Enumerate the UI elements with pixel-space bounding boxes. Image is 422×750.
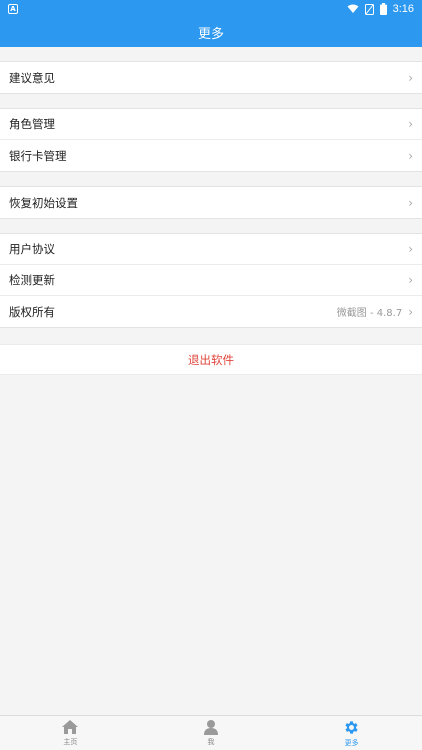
- signal-off-icon: [364, 3, 374, 15]
- tab-label: 更多: [344, 738, 359, 747]
- app-header: 更多: [0, 18, 422, 47]
- group-feedback: 建议意见 ›: [0, 61, 422, 94]
- status-left: A: [8, 4, 18, 14]
- group-about: 用户协议 › 检测更新 › 版权所有 微截图 - 4.8.7 ›: [0, 233, 422, 328]
- row-label: 恢复初始设置: [9, 195, 78, 210]
- group-reset: 恢复初始设置 ›: [0, 186, 422, 219]
- gear-icon: [345, 720, 358, 734]
- home-icon: [62, 720, 79, 734]
- row-label: 角色管理: [9, 117, 55, 131]
- tab-more[interactable]: 更多: [281, 716, 422, 750]
- battery-icon: [379, 3, 387, 15]
- logout-button[interactable]: 退出软件: [0, 344, 422, 375]
- row-value-wrap: 微截图 - 4.8.7 ›: [336, 304, 413, 320]
- row-label: 银行卡管理: [9, 148, 67, 163]
- tab-label: 主页: [63, 738, 78, 746]
- logout-label: 退出软件: [188, 352, 234, 367]
- status-right: 3:16: [347, 3, 414, 15]
- group-management: 角色管理 › 银行卡管理 ›: [0, 108, 422, 172]
- bottom-tab-bar: 主页 我 更多: [0, 715, 422, 750]
- row-label: 版权所有: [9, 304, 55, 319]
- row-label: 建议意见: [9, 70, 55, 85]
- app-notification-icon: A: [8, 4, 18, 14]
- status-bar: A 3:16: [0, 0, 422, 18]
- tab-home[interactable]: 主页: [0, 716, 141, 750]
- page-title: 更多: [197, 27, 224, 42]
- tab-label: 我: [207, 738, 215, 746]
- row-role-management[interactable]: 角色管理 ›: [0, 109, 422, 140]
- version-value: 微截图 - 4.8.7: [336, 308, 403, 319]
- row-suggestions[interactable]: 建议意见 ›: [0, 62, 422, 93]
- chevron-right-icon: ›: [408, 70, 413, 85]
- row-label: 用户协议: [9, 242, 55, 256]
- row-user-agreement[interactable]: 用户协议 ›: [0, 234, 422, 265]
- chevron-right-icon: ›: [408, 117, 413, 131]
- chevron-right-icon: ›: [408, 195, 413, 210]
- row-label: 检测更新: [9, 273, 55, 287]
- user-icon: [204, 720, 218, 735]
- row-reset-settings[interactable]: 恢复初始设置 ›: [0, 187, 422, 218]
- tab-me[interactable]: 我: [141, 716, 282, 750]
- chevron-right-icon: ›: [408, 273, 413, 287]
- row-copyright[interactable]: 版权所有 微截图 - 4.8.7 ›: [0, 296, 422, 327]
- chevron-right-icon: ›: [408, 242, 413, 256]
- settings-list: 建议意见 › 角色管理 › 银行卡管理 › 恢复初始设置 › 用户协议 › 检测…: [0, 47, 422, 375]
- status-time: 3:16: [392, 3, 414, 15]
- row-bank-card-management[interactable]: 银行卡管理 ›: [0, 140, 422, 171]
- chevron-right-icon: ›: [408, 148, 413, 163]
- wifi-icon: [347, 4, 359, 13]
- row-check-update[interactable]: 检测更新 ›: [0, 265, 422, 296]
- chevron-right-icon: ›: [408, 304, 413, 319]
